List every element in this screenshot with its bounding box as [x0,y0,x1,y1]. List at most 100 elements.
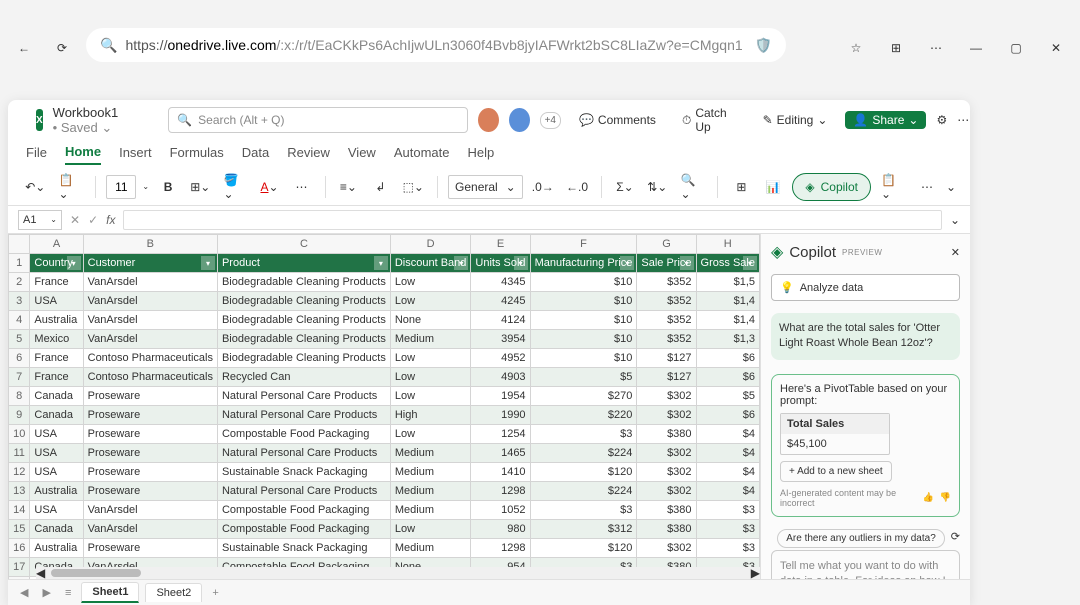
col-header-G[interactable]: G [637,235,696,254]
share-button[interactable]: 👤 Share ⌄ [845,111,926,129]
cell[interactable]: Medium [390,330,471,349]
cell[interactable]: None [390,311,471,330]
cell[interactable]: Biodegradable Cleaning Products [217,330,390,349]
col-header-F[interactable]: F [530,235,637,254]
cell[interactable]: 3954 [471,330,530,349]
number-format-select[interactable]: General⌄ [448,175,523,199]
filter-icon[interactable]: ▾ [680,256,694,270]
cell[interactable]: $10 [530,311,637,330]
cell[interactable]: $224 [530,482,637,501]
cell[interactable]: Compostable Food Packaging [217,501,390,520]
close-icon[interactable]: ✕ [951,246,960,259]
cell[interactable]: 4245 [471,292,530,311]
row-header-1[interactable]: 1 [9,254,30,273]
cell[interactable]: Contoso Pharmaceuticals [83,349,217,368]
cell[interactable]: $380 [637,501,696,520]
analyze-data-suggestion[interactable]: 💡 Analyze data [771,274,960,301]
cell[interactable]: France [30,273,83,292]
cell[interactable]: 4124 [471,311,530,330]
cell[interactable]: $10 [530,330,637,349]
cell[interactable]: $5 [530,368,637,387]
cell[interactable]: 4903 [471,368,530,387]
row-header-4[interactable]: 4 [9,311,30,330]
col-header-B[interactable]: B [83,235,217,254]
cell[interactable]: $1,3 [696,330,759,349]
filter-icon[interactable]: ▾ [67,256,81,270]
font-color-button[interactable]: A⌄ [257,174,283,200]
cell[interactable]: Low [390,349,471,368]
cell[interactable]: $224 [530,444,637,463]
cell[interactable]: VanArsdel [83,520,217,539]
cell[interactable]: $4 [696,482,759,501]
cell[interactable]: 1254 [471,425,530,444]
gear-icon[interactable]: ⚙ [936,113,947,127]
borders-button[interactable]: ⊞⌄ [187,174,213,200]
table-header-cell[interactable]: Manufacturing Price▾ [530,254,637,273]
row-header-16[interactable]: 16 [9,539,30,558]
filter-icon[interactable]: ▾ [374,256,388,270]
cell[interactable]: Australia [30,311,83,330]
cell[interactable]: Low [390,387,471,406]
row-header-3[interactable]: 3 [9,292,30,311]
ribbon-expand-icon[interactable]: ⌄ [946,180,956,194]
cell[interactable]: $302 [637,406,696,425]
font-size-input[interactable] [106,175,136,199]
cell[interactable]: 1298 [471,539,530,558]
table-header-cell[interactable]: Gross Sale▾ [696,254,759,273]
cell[interactable]: $302 [637,387,696,406]
cell[interactable]: $302 [637,463,696,482]
row-header-5[interactable]: 5 [9,330,30,349]
cell[interactable]: $270 [530,387,637,406]
cell[interactable]: 1298 [471,482,530,501]
cell[interactable]: High [390,406,471,425]
cell[interactable]: Proseware [83,387,217,406]
cell[interactable]: Mexico [30,330,83,349]
forms-button[interactable]: 📋⌄ [877,174,908,200]
cell[interactable]: Natural Personal Care Products [217,482,390,501]
close-window-icon[interactable]: ✕ [1042,34,1070,62]
fx-icon[interactable]: fx [106,213,115,227]
sheet-tab-1[interactable]: Sheet1 [81,582,139,603]
cell[interactable]: Proseware [83,425,217,444]
cell[interactable]: 4952 [471,349,530,368]
cell[interactable]: $1,4 [696,311,759,330]
cell[interactable]: Low [390,368,471,387]
cell[interactable]: $120 [530,539,637,558]
tab-insert[interactable]: Insert [119,145,152,164]
refresh-icon[interactable]: ⟳ [951,530,960,543]
table-header-cell[interactable]: Discount Band▾ [390,254,471,273]
bold-button[interactable]: B [155,174,181,200]
copilot-button[interactable]: ◈ Copilot [792,173,871,201]
select-all-cell[interactable] [9,235,30,254]
row-header-12[interactable]: 12 [9,463,30,482]
cell[interactable]: VanArsdel [83,292,217,311]
cell[interactable]: 1990 [471,406,530,425]
tab-file[interactable]: File [26,145,47,164]
document-title[interactable]: Workbook1 [53,105,119,120]
filter-icon[interactable]: ▾ [454,256,468,270]
more-icon[interactable]: ⋯ [922,34,950,62]
wrap-text-button[interactable]: ↲ [367,174,393,200]
cell[interactable]: $3 [696,520,759,539]
cell[interactable]: Medium [390,482,471,501]
tab-help[interactable]: Help [467,145,494,164]
row-header-17[interactable]: 17 [9,558,30,577]
app-launcher-icon[interactable] [18,108,26,132]
cell[interactable]: Low [390,292,471,311]
name-box[interactable]: A1⌄ [18,210,62,230]
sort-filter-button[interactable]: ⇅⌄ [644,174,670,200]
formula-bar[interactable] [123,210,941,230]
cell[interactable]: Natural Personal Care Products [217,406,390,425]
minimize-icon[interactable]: — [962,34,990,62]
cell[interactable]: USA [30,501,83,520]
cell[interactable]: Proseware [83,406,217,425]
cell[interactable]: Low [390,273,471,292]
col-header-E[interactable]: E [471,235,530,254]
cell[interactable]: Australia [30,482,83,501]
cell[interactable]: Biodegradable Cleaning Products [217,311,390,330]
cell[interactable]: Natural Personal Care Products [217,444,390,463]
refresh-icon[interactable]: ⟳ [48,34,76,62]
cell[interactable]: $3 [530,501,637,520]
cell[interactable]: Biodegradable Cleaning Products [217,273,390,292]
cell[interactable]: Proseware [83,482,217,501]
